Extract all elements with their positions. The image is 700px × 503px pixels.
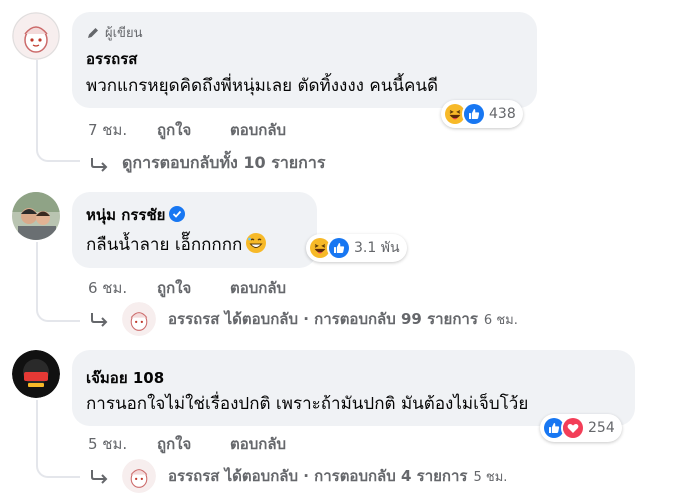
comment-text: กลืนน้ำลาย เอ็๊กกกกก xyxy=(86,231,267,258)
avatar[interactable] xyxy=(12,192,60,240)
reaction-count: 3.1 พัน xyxy=(354,240,400,256)
comment-text: การนอกใจไม่ใช่เรื่องปกติ เพราะถ้ามันปกติ… xyxy=(86,394,529,414)
reaction-summary[interactable]: 254 xyxy=(540,414,622,442)
commenter-name[interactable]: อรรถรส xyxy=(86,47,137,71)
commenter-name-label: หนุ่ม กรรชัย xyxy=(86,206,166,224)
view-replies-link[interactable]: ดูการตอบกลับทั้ง 10 รายการ xyxy=(90,151,325,176)
reply-summary-label: อรรถรส ได้ตอบกลับ · การตอบกลับ 99 รายการ xyxy=(168,310,478,328)
view-replies-link[interactable]: อรรถรส ได้ตอบกลับ · การตอบกลับ 99 รายการ… xyxy=(90,302,518,336)
reply-arrow-icon xyxy=(91,470,108,484)
commenter-name[interactable]: เจ๊มอย 108 xyxy=(86,366,164,390)
avatar[interactable] xyxy=(12,12,60,60)
like-button[interactable]: ถูกใจ xyxy=(157,118,191,142)
grinning-emoji-icon xyxy=(246,233,267,253)
pen-icon xyxy=(88,27,98,38)
reaction-summary[interactable]: 438 xyxy=(441,100,523,128)
like-button[interactable]: ถูกใจ xyxy=(157,276,191,300)
reply-button[interactable]: ตอบกลับ xyxy=(230,276,286,300)
reply-author-avatar xyxy=(122,302,156,336)
reply-arrow-icon xyxy=(91,313,108,327)
love-reaction-icon xyxy=(561,416,585,440)
reply-summary-label: อรรถรส ได้ตอบกลับ · การตอบกลับ 4 รายการ xyxy=(168,467,468,485)
view-replies-label: ดูการตอบกลับทั้ง 10 รายการ xyxy=(122,153,326,172)
author-badge: ผู้เขียน xyxy=(86,22,142,43)
reply-button[interactable]: ตอบกลับ xyxy=(230,432,286,456)
reply-time: 5 ชม. xyxy=(473,469,508,485)
comment-time[interactable]: 5 ชม. xyxy=(88,432,127,456)
reply-arrow-icon xyxy=(91,157,108,172)
view-replies-link[interactable]: อรรถรส ได้ตอบกลับ · การตอบกลับ 4 รายการ … xyxy=(90,459,507,493)
comment-text-label: กลืนน้ำลาย เอ็๊กกกกก xyxy=(86,235,243,255)
reply-time: 6 ชม. xyxy=(483,312,518,328)
reply-button[interactable]: ตอบกลับ xyxy=(230,118,286,142)
reaction-summary[interactable]: 3.1 พัน xyxy=(306,234,407,262)
reply-author-avatar xyxy=(122,459,156,493)
comment-text: พวกแกรหยุดคิดถึงพี่หนุ่มเลย ตัดทิ้งงงง ค… xyxy=(86,76,439,96)
comment-time[interactable]: 6 ชม. xyxy=(88,276,127,300)
comment-time[interactable]: 7 ชม. xyxy=(88,118,127,142)
reaction-count: 438 xyxy=(489,106,516,122)
author-badge-label: ผู้เขียน xyxy=(105,26,143,41)
reaction-count: 254 xyxy=(588,420,615,436)
avatar[interactable] xyxy=(12,350,60,398)
like-button[interactable]: ถูกใจ xyxy=(157,432,191,456)
like-reaction-icon xyxy=(327,236,351,260)
verified-badge-icon xyxy=(169,206,186,222)
commenter-name[interactable]: หนุ่ม กรรชัย xyxy=(86,203,186,227)
like-reaction-icon xyxy=(462,102,486,126)
